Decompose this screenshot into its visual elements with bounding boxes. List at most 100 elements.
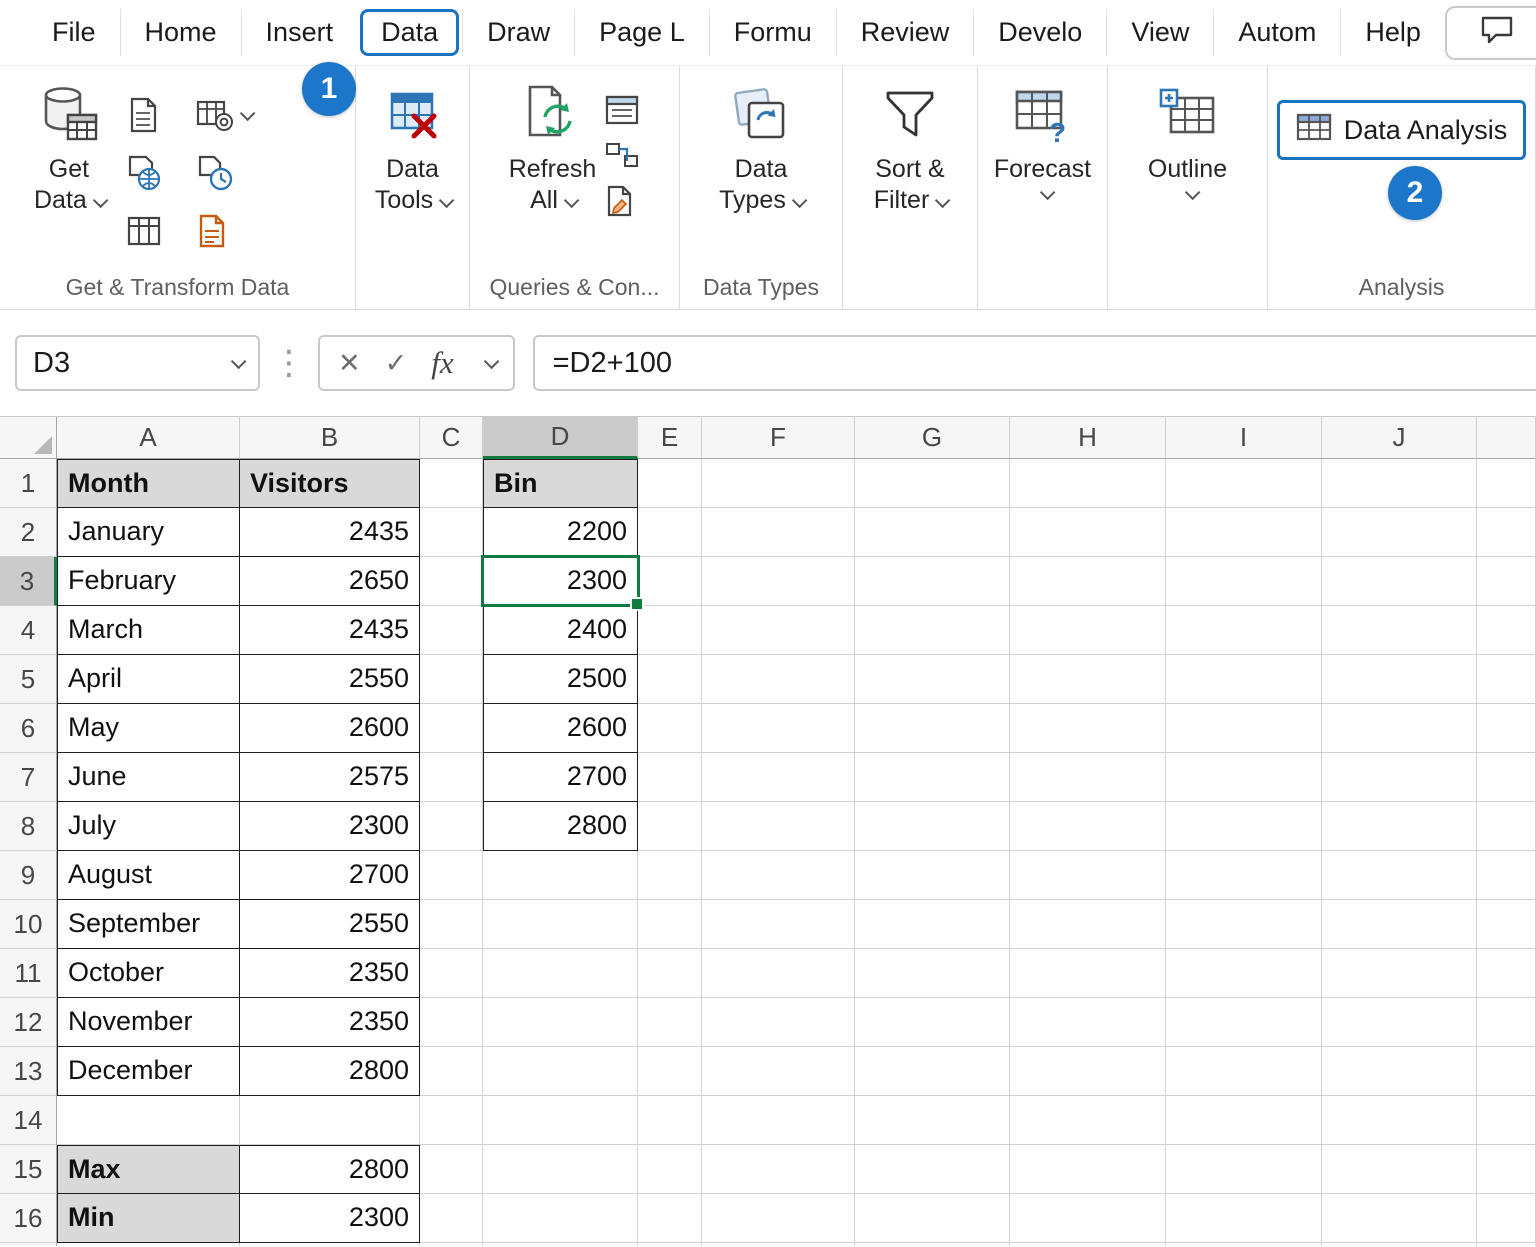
- cell-G7[interactable]: [855, 753, 1010, 802]
- tab-review[interactable]: Review: [836, 9, 974, 56]
- cell-B4[interactable]: 2435: [240, 606, 420, 655]
- cell-D8[interactable]: 2800: [483, 802, 638, 851]
- cell-F14[interactable]: [702, 1096, 855, 1145]
- cell-F6[interactable]: [702, 704, 855, 753]
- row-header-3[interactable]: 3: [0, 557, 57, 606]
- cell-D16[interactable]: [483, 1194, 638, 1243]
- data-tools-button[interactable]: Data Tools: [375, 80, 450, 216]
- col-header-A[interactable]: A: [57, 417, 240, 459]
- cell-A7[interactable]: June: [57, 753, 240, 802]
- cell-J16[interactable]: [1322, 1194, 1477, 1243]
- cell-C1[interactable]: [420, 459, 483, 508]
- row-header-6[interactable]: 6: [0, 704, 57, 753]
- cell-F1[interactable]: [702, 459, 855, 508]
- cell-C8[interactable]: [420, 802, 483, 851]
- cell-D13[interactable]: [483, 1047, 638, 1096]
- cell-J15[interactable]: [1322, 1145, 1477, 1194]
- cell-I14[interactable]: [1166, 1096, 1322, 1145]
- cancel-icon[interactable]: ✕: [338, 348, 361, 379]
- cell-B8[interactable]: 2300: [240, 802, 420, 851]
- cell-I15[interactable]: [1166, 1145, 1322, 1194]
- row-header-11[interactable]: 11: [0, 949, 57, 998]
- cell-B10[interactable]: 2550: [240, 900, 420, 949]
- edit-links-button[interactable]: [604, 184, 640, 218]
- insert-function-icon[interactable]: fx: [431, 345, 453, 381]
- cell-C14[interactable]: [420, 1096, 483, 1145]
- existing-connections-button[interactable]: [196, 155, 234, 191]
- cell-D1[interactable]: Bin: [483, 459, 638, 508]
- cell-A6[interactable]: May: [57, 704, 240, 753]
- tab-develo[interactable]: Develo: [973, 9, 1106, 56]
- cell-F2[interactable]: [702, 508, 855, 557]
- cell-B6[interactable]: 2600: [240, 704, 420, 753]
- cell-H3[interactable]: [1010, 557, 1166, 606]
- cell-F7[interactable]: [702, 753, 855, 802]
- cell-D15[interactable]: [483, 1145, 638, 1194]
- cell-B1[interactable]: Visitors: [240, 459, 420, 508]
- row-header-14[interactable]: 14: [0, 1096, 57, 1145]
- cell-A2[interactable]: January: [57, 508, 240, 557]
- col-header-H[interactable]: H: [1010, 417, 1166, 459]
- cell-J9[interactable]: [1322, 851, 1477, 900]
- cell-A13[interactable]: December: [57, 1047, 240, 1096]
- cell-G10[interactable]: [855, 900, 1010, 949]
- cell-E4[interactable]: [638, 606, 702, 655]
- tab-formu[interactable]: Formu: [709, 9, 836, 56]
- cell-G15[interactable]: [855, 1145, 1010, 1194]
- cell-C11[interactable]: [420, 949, 483, 998]
- cell-E1[interactable]: [638, 459, 702, 508]
- cell-I4[interactable]: [1166, 606, 1322, 655]
- cell-D5[interactable]: 2500: [483, 655, 638, 704]
- cell-F12[interactable]: [702, 998, 855, 1047]
- cell-I1[interactable]: [1166, 459, 1322, 508]
- cell-G5[interactable]: [855, 655, 1010, 704]
- cell-B14[interactable]: [240, 1096, 420, 1145]
- data-analysis-button[interactable]: Data Analysis: [1277, 100, 1527, 160]
- tab-autom[interactable]: Autom: [1213, 9, 1340, 56]
- cell-G13[interactable]: [855, 1047, 1010, 1096]
- row-header-13[interactable]: 13: [0, 1047, 57, 1096]
- cell-C6[interactable]: [420, 704, 483, 753]
- cell-H2[interactable]: [1010, 508, 1166, 557]
- cell-E2[interactable]: [638, 508, 702, 557]
- col-header-E[interactable]: E: [638, 417, 702, 459]
- cell-D11[interactable]: [483, 949, 638, 998]
- cell-G2[interactable]: [855, 508, 1010, 557]
- cell-B12[interactable]: 2350: [240, 998, 420, 1047]
- cell-E5[interactable]: [638, 655, 702, 704]
- cell-J2[interactable]: [1322, 508, 1477, 557]
- row-header-16[interactable]: 16: [0, 1194, 57, 1243]
- cell-E9[interactable]: [638, 851, 702, 900]
- cell-G1[interactable]: [855, 459, 1010, 508]
- recent-sources-button[interactable]: [196, 98, 251, 132]
- cell-C4[interactable]: [420, 606, 483, 655]
- cell-J6[interactable]: [1322, 704, 1477, 753]
- cell-F4[interactable]: [702, 606, 855, 655]
- cell-C7[interactable]: [420, 753, 483, 802]
- cell-A10[interactable]: September: [57, 900, 240, 949]
- cell-B11[interactable]: 2350: [240, 949, 420, 998]
- cell-F11[interactable]: [702, 949, 855, 998]
- cell-E12[interactable]: [638, 998, 702, 1047]
- cell-H7[interactable]: [1010, 753, 1166, 802]
- select-all-corner[interactable]: [0, 417, 57, 459]
- cell-H11[interactable]: [1010, 949, 1166, 998]
- tab-view[interactable]: View: [1106, 9, 1213, 56]
- cell-H1[interactable]: [1010, 459, 1166, 508]
- from-picture-button[interactable]: [196, 213, 228, 249]
- cell-B3[interactable]: 2650: [240, 557, 420, 606]
- cell-A14[interactable]: [57, 1096, 240, 1145]
- check-icon[interactable]: ✓: [385, 348, 408, 379]
- forecast-button[interactable]: ? Forecast: [994, 80, 1091, 205]
- cell-G11[interactable]: [855, 949, 1010, 998]
- sort-filter-button[interactable]: Sort & Filter: [874, 80, 947, 216]
- row-header-4[interactable]: 4: [0, 606, 57, 655]
- cell-B5[interactable]: 2550: [240, 655, 420, 704]
- cell-G8[interactable]: [855, 802, 1010, 851]
- cell-E7[interactable]: [638, 753, 702, 802]
- cell-G12[interactable]: [855, 998, 1010, 1047]
- cell-E6[interactable]: [638, 704, 702, 753]
- cell-I13[interactable]: [1166, 1047, 1322, 1096]
- cell-C13[interactable]: [420, 1047, 483, 1096]
- cell-C3[interactable]: [420, 557, 483, 606]
